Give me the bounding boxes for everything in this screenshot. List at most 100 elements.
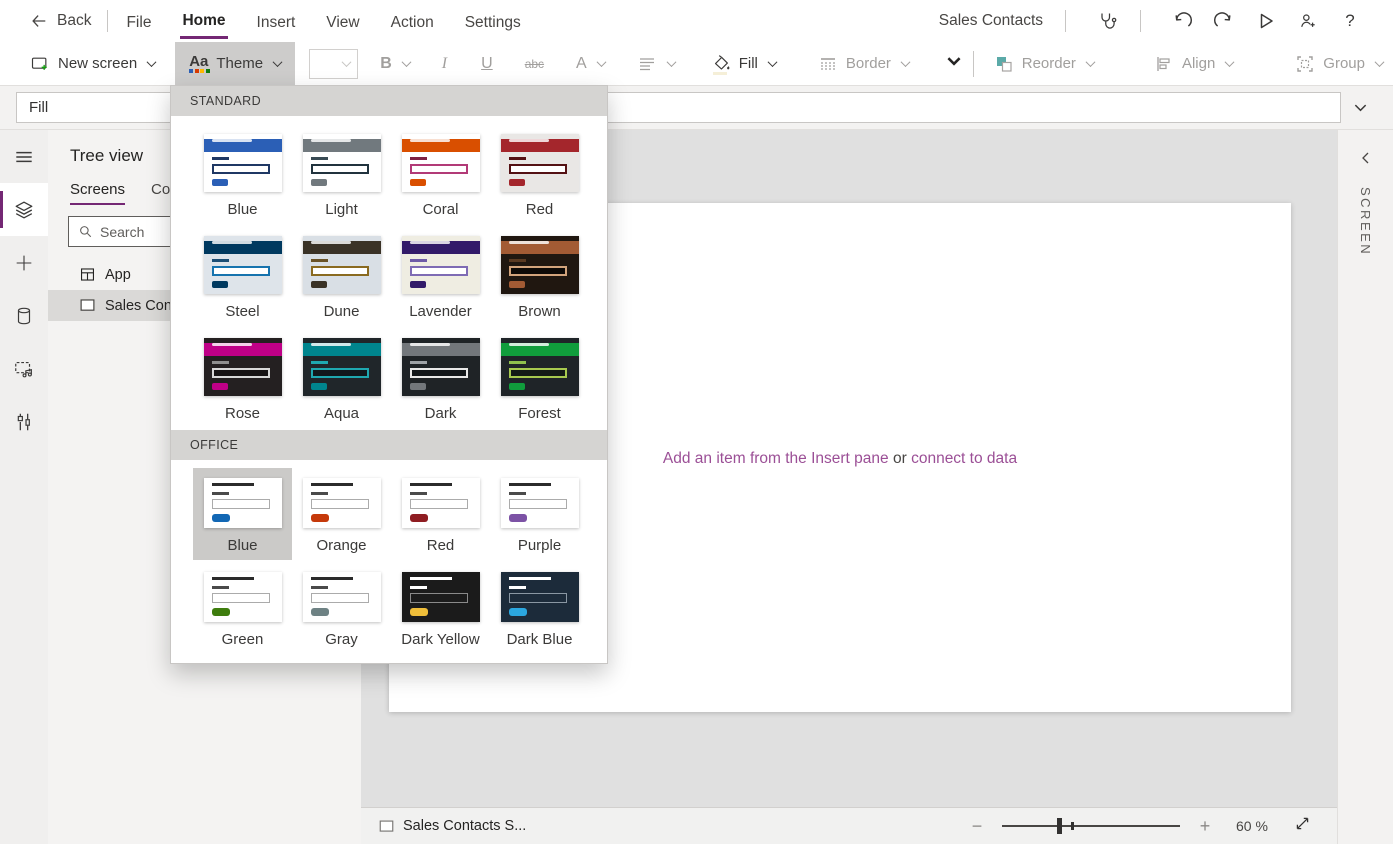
- theme-thumb-body: [204, 152, 282, 192]
- theme-thumb-body: [204, 478, 282, 528]
- theme-name: Lavender: [409, 303, 472, 320]
- zoom-slider-track: [1002, 825, 1180, 827]
- screen-name: Sales Contacts S...: [403, 818, 526, 834]
- sidebar-item-tree-view[interactable]: [0, 183, 48, 236]
- border-button[interactable]: Border: [808, 42, 919, 85]
- theme-option[interactable]: Orange: [292, 468, 391, 560]
- help-button[interactable]: ?: [1333, 6, 1367, 36]
- fill-button[interactable]: Fill: [701, 42, 786, 85]
- theme-name: Gray: [325, 631, 358, 648]
- menu-item-view[interactable]: View: [324, 5, 361, 38]
- strikethrough-icon: abc: [525, 57, 544, 71]
- theme-name: Blue: [227, 537, 257, 554]
- italic-button[interactable]: I: [432, 42, 457, 85]
- theme-option[interactable]: Light: [292, 124, 391, 224]
- sidebar-item-data[interactable]: [0, 289, 48, 342]
- text-align-button[interactable]: [627, 42, 685, 85]
- theme-dropdown-menu: STANDARD Blue Light: [170, 85, 608, 664]
- underline-button[interactable]: U: [471, 42, 503, 85]
- theme-option[interactable]: Green: [193, 562, 292, 654]
- theme-option[interactable]: Dark Blue: [490, 562, 589, 654]
- tab-screens[interactable]: Screens: [70, 181, 125, 205]
- new-screen-button[interactable]: New screen: [20, 42, 165, 85]
- theme-thumb-header: [402, 343, 480, 356]
- theme-thumb-body: [303, 152, 381, 192]
- align-button[interactable]: Align: [1144, 42, 1243, 85]
- group-button[interactable]: Group: [1285, 42, 1393, 85]
- expand-icon: [1294, 815, 1311, 832]
- theme-thumb-body: [402, 356, 480, 396]
- collapse-panel-button[interactable]: [1358, 150, 1374, 171]
- undo-icon: [1172, 11, 1192, 31]
- screen-name-row[interactable]: Sales Contacts S...: [378, 818, 526, 834]
- theme-option[interactable]: Purple: [490, 468, 589, 560]
- app-icon: [79, 266, 96, 283]
- tools-icon: [13, 411, 35, 433]
- theme-thumb-body: [204, 254, 282, 294]
- zoom-slider-handle[interactable]: [1057, 818, 1062, 834]
- zoom-out-button[interactable]: −: [964, 816, 990, 837]
- preview-button[interactable]: [1249, 6, 1283, 36]
- theme-option[interactable]: Brown: [490, 226, 589, 326]
- back-button[interactable]: Back: [30, 12, 91, 30]
- theme-option[interactable]: Gray: [292, 562, 391, 654]
- zoom-slider[interactable]: [1002, 818, 1180, 834]
- theme-option[interactable]: Red: [391, 468, 490, 560]
- menu-item-insert[interactable]: Insert: [255, 5, 298, 38]
- toolbar-overflow-button[interactable]: [945, 52, 963, 75]
- reorder-icon: [994, 54, 1014, 74]
- align-icon: [1154, 54, 1174, 74]
- theme-option[interactable]: Rose: [193, 328, 292, 428]
- theme-thumbnail: [204, 338, 282, 396]
- divider: [973, 51, 974, 77]
- undo-button[interactable]: [1165, 6, 1199, 36]
- fit-to-window-button[interactable]: [1294, 815, 1311, 837]
- menu-item-home[interactable]: Home: [180, 3, 227, 39]
- insert-pane-link[interactable]: Add an item from the Insert pane: [663, 450, 889, 467]
- theme-section-office: OFFICE Blue Orange: [171, 430, 607, 656]
- bold-button[interactable]: B: [370, 42, 420, 85]
- theme-option[interactable]: Blue: [193, 124, 292, 224]
- theme-option[interactable]: Forest: [490, 328, 589, 428]
- zoom-controls: − + 60 %: [964, 815, 1311, 837]
- theme-thumbnail: [402, 478, 480, 528]
- theme-option[interactable]: Steel: [193, 226, 292, 326]
- font-family-select[interactable]: [309, 49, 358, 79]
- theme-name: Dark Yellow: [401, 631, 479, 648]
- app-checker-button[interactable]: [1090, 6, 1124, 36]
- theme-option[interactable]: Lavender: [391, 226, 490, 326]
- sidebar-item-media[interactable]: [0, 342, 48, 395]
- property-name: Fill: [29, 99, 48, 116]
- stethoscope-icon: [1097, 11, 1117, 31]
- sidebar-item-menu[interactable]: [0, 130, 48, 183]
- theme-option[interactable]: Aqua: [292, 328, 391, 428]
- redo-button[interactable]: [1207, 6, 1241, 36]
- theme-option[interactable]: Dark: [391, 328, 490, 428]
- person-add-icon: [1298, 11, 1318, 31]
- theme-option[interactable]: Coral: [391, 124, 490, 224]
- font-color-button[interactable]: A: [566, 42, 615, 85]
- theme-option[interactable]: Dark Yellow: [391, 562, 490, 654]
- zoom-in-button[interactable]: +: [1192, 816, 1218, 837]
- theme-name: Purple: [518, 537, 561, 554]
- chevron-down-icon: [147, 57, 157, 67]
- menu-item-file[interactable]: File: [124, 5, 153, 38]
- connect-to-data-link[interactable]: connect to data: [911, 450, 1017, 467]
- theme-name: Red: [526, 201, 554, 218]
- menu-item-action[interactable]: Action: [389, 5, 436, 38]
- theme-option[interactable]: Dune: [292, 226, 391, 326]
- theme-option[interactable]: Blue: [193, 468, 292, 560]
- sidebar-item-advanced-tools[interactable]: [0, 395, 48, 448]
- theme-button[interactable]: Aa Theme: [175, 42, 295, 85]
- theme-thumb-header: [204, 241, 282, 254]
- divider: [1140, 10, 1141, 32]
- formula-bar-expand-button[interactable]: [1341, 100, 1379, 115]
- strikethrough-button[interactable]: abc: [515, 42, 554, 85]
- theme-thumbnail: [303, 236, 381, 294]
- reorder-button[interactable]: Reorder: [984, 42, 1104, 85]
- help-icon: ?: [1345, 11, 1354, 31]
- theme-option[interactable]: Red: [490, 124, 589, 224]
- share-button[interactable]: [1291, 6, 1325, 36]
- sidebar-item-insert[interactable]: [0, 236, 48, 289]
- menu-item-settings[interactable]: Settings: [463, 5, 523, 38]
